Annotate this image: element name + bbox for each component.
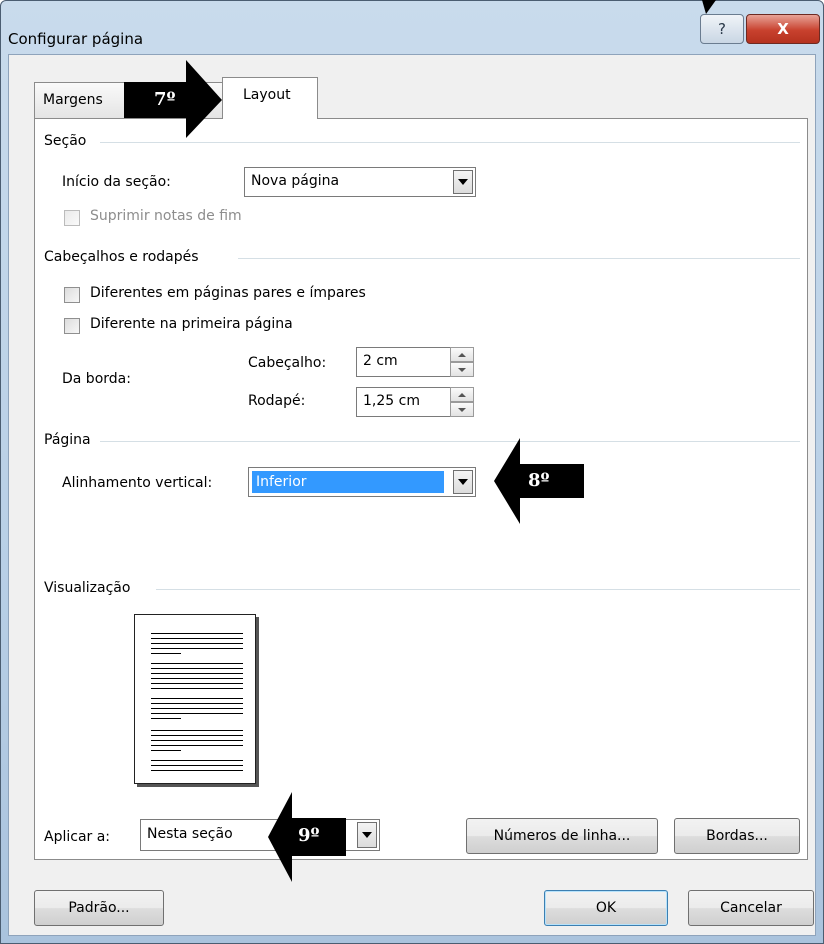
first-page-label: Diferente na primeira página — [90, 316, 293, 332]
step-9-arrow: 9º — [268, 792, 346, 882]
section-group-header: Seção — [44, 133, 87, 149]
page-divider — [100, 441, 800, 442]
apply-to-label: Aplicar a: — [44, 829, 111, 845]
help-button[interactable]: ? — [700, 14, 744, 44]
suppress-endnotes-label: Suprimir notas de fim — [90, 208, 242, 224]
section-divider — [100, 142, 800, 143]
step-9-badge: 9º — [298, 825, 320, 846]
from-edge-label: Da borda: — [62, 371, 131, 387]
spin-up-icon[interactable] — [450, 387, 474, 402]
footer-distance-label: Rodapé: — [248, 393, 306, 409]
page-preview — [134, 614, 256, 784]
tab-margens-label: Margens — [43, 92, 103, 108]
vertical-align-value: Inferior — [252, 471, 444, 493]
preview-group-header: Visualização — [44, 580, 131, 596]
section-start-label: Início da seção: — [62, 174, 171, 190]
spin-down-icon[interactable] — [450, 402, 474, 417]
tab-layout-label: Layout — [243, 87, 291, 103]
header-distance-value: 2 cm — [363, 353, 398, 369]
apply-to-value: Nesta seção — [147, 826, 233, 842]
ok-button[interactable]: OK — [544, 890, 668, 926]
default-button[interactable]: Padrão... — [34, 890, 164, 926]
spin-down-icon[interactable] — [450, 362, 474, 377]
page-group-header: Página — [44, 432, 91, 448]
arrow-pointer-icon — [702, 0, 716, 14]
section-start-select[interactable]: Nova página — [244, 167, 476, 197]
step-8-badge: 8º — [528, 470, 550, 491]
vertical-align-label: Alinhamento vertical: — [62, 475, 213, 491]
borders-button[interactable]: Bordas... — [674, 818, 800, 854]
step-8-arrow: 8º — [494, 438, 584, 524]
spin-up-icon[interactable] — [450, 347, 474, 362]
headers-footers-divider — [238, 258, 800, 259]
step-7-badge: 7º — [154, 89, 176, 110]
chevron-down-icon[interactable] — [453, 470, 473, 494]
line-numbers-button[interactable]: Números de linha... — [466, 818, 658, 854]
window-title: Configurar página — [8, 30, 144, 48]
odd-even-label: Diferentes em páginas pares e ímpares — [90, 285, 366, 301]
step-7-arrow: 7º — [124, 60, 224, 140]
close-button[interactable]: X — [746, 14, 820, 44]
tab-layout[interactable]: Layout — [222, 77, 318, 119]
odd-even-checkbox[interactable] — [64, 287, 80, 303]
headers-footers-group-header: Cabeçalhos e rodapés — [44, 249, 199, 265]
cancel-button[interactable]: Cancelar — [688, 890, 814, 926]
chevron-down-icon[interactable] — [357, 822, 377, 848]
footer-distance-spinner[interactable]: 1,25 cm — [356, 387, 474, 417]
section-start-value: Nova página — [251, 173, 340, 189]
first-page-checkbox[interactable] — [64, 318, 80, 334]
chevron-down-icon[interactable] — [453, 170, 473, 194]
preview-divider — [156, 589, 800, 590]
header-distance-spinner[interactable]: 2 cm — [356, 347, 474, 377]
suppress-endnotes-checkbox[interactable] — [64, 210, 80, 226]
header-distance-label: Cabeçalho: — [248, 355, 327, 371]
footer-distance-value: 1,25 cm — [363, 393, 420, 409]
vertical-align-select[interactable]: Inferior — [248, 467, 476, 497]
